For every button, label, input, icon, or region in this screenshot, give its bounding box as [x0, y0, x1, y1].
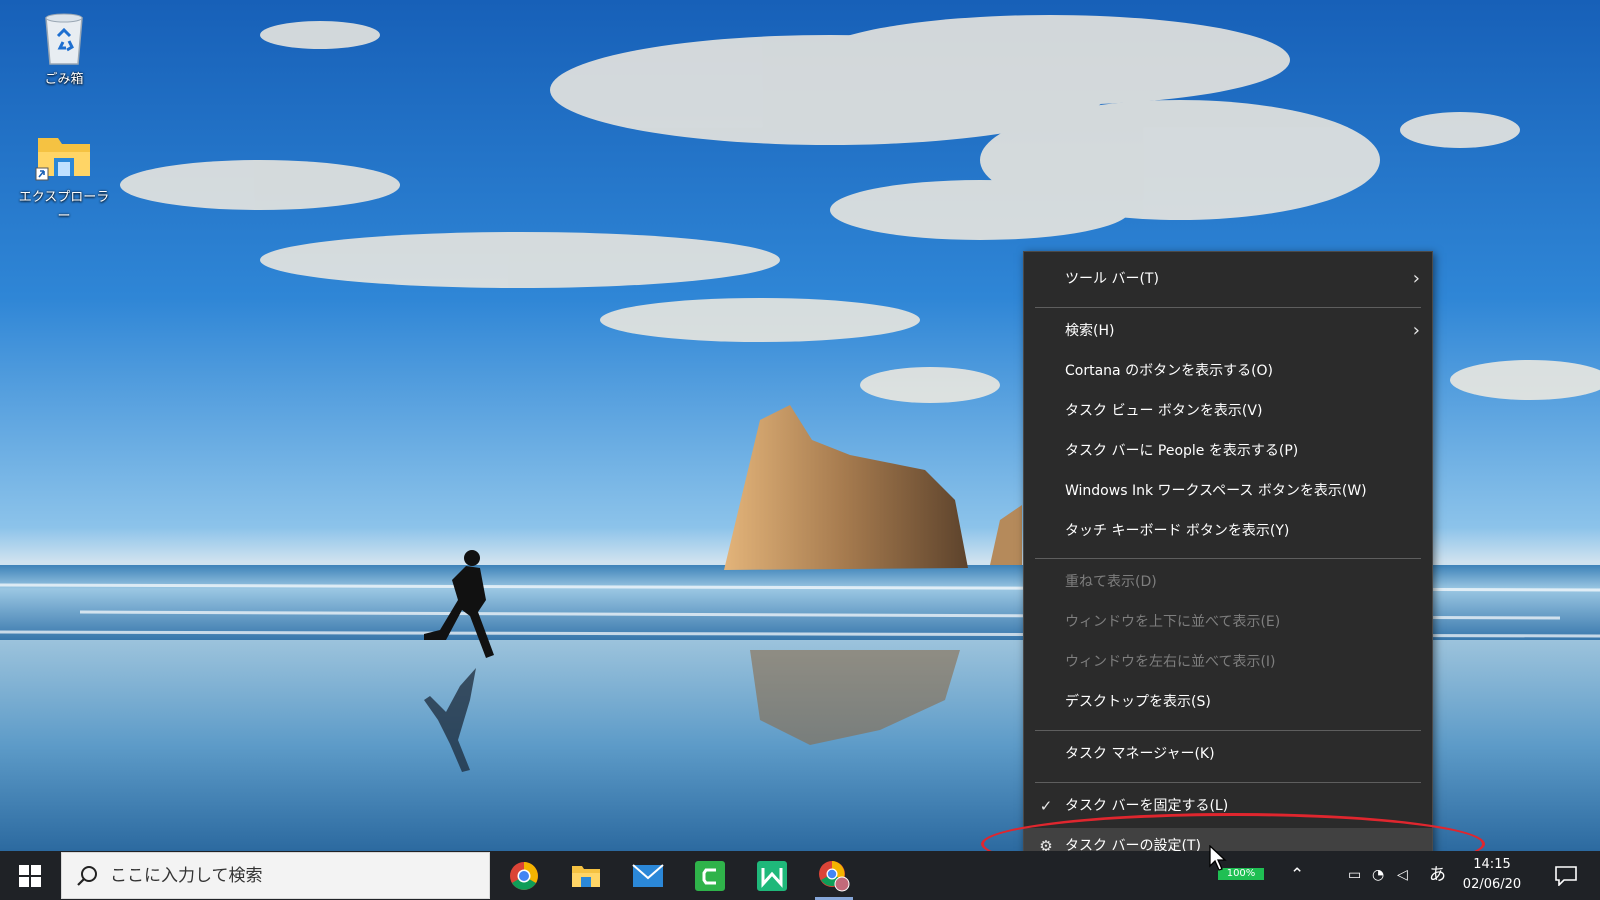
file-explorer-label: エクスプローラー: [18, 190, 110, 224]
menu-separator: [1035, 558, 1421, 559]
taskbar: ここに入力して検索 100% ⌃ ▭ ◔ ◁ あ 14:15 02/06/20: [0, 851, 1600, 900]
volume-icon[interactable]: ◁: [1397, 851, 1408, 900]
menu-item-label: タスク バーに People を表示する(P): [1065, 443, 1299, 459]
camtasia-icon: [695, 860, 725, 891]
file-explorer-desktop-icon[interactable]: エクスプローラー: [16, 130, 112, 224]
menu-item-show-touch-keyboard[interactable]: タッチ キーボード ボタンを表示(Y): [1024, 513, 1432, 549]
taskbar-app-xmind[interactable]: [745, 851, 799, 900]
taskbar-clock[interactable]: 14:15 02/06/20: [1455, 855, 1529, 895]
chevron-up-icon[interactable]: ⌃: [1290, 851, 1304, 900]
start-button[interactable]: [0, 851, 60, 900]
checkmark-icon: ✓: [1039, 797, 1053, 815]
file-explorer-shortcut-icon: [35, 138, 90, 181]
chrome-profile-icon: [819, 860, 850, 891]
search-icon: [77, 866, 97, 886]
menu-item-label: タッチ キーボード ボタンを表示(Y): [1065, 523, 1290, 539]
menu-item-label: タスク バーを固定する(L): [1065, 798, 1229, 814]
menu-item-label: 重ねて表示(D): [1065, 574, 1157, 590]
menu-item-side-by-side-windows: ウィンドウを左右に並べて表示(I): [1024, 644, 1432, 680]
menu-item-task-manager[interactable]: タスク マネージャー(K): [1024, 736, 1432, 772]
windows-logo-icon: [19, 864, 41, 887]
menu-item-show-people[interactable]: タスク バーに People を表示する(P): [1024, 433, 1432, 469]
menu-item-label: Windows Ink ワークスペース ボタンを表示(W): [1065, 483, 1367, 499]
menu-item-search[interactable]: 検索(H) ›: [1024, 313, 1432, 349]
ime-indicator[interactable]: あ: [1429, 851, 1446, 900]
recycle-bin-icon: [45, 13, 83, 65]
menu-item-label: タスク ビュー ボタンを表示(V): [1065, 403, 1263, 419]
wifi-icon[interactable]: ◔: [1372, 851, 1384, 900]
menu-item-label: ウィンドウを上下に並べて表示(E): [1065, 614, 1281, 630]
taskbar-context-menu: ツール バー(T) › 検索(H) › Cortana のボタンを表示する(O)…: [1023, 251, 1433, 877]
search-placeholder: ここに入力して検索: [110, 866, 263, 886]
menu-item-label: ウィンドウを左右に並べて表示(I): [1065, 654, 1276, 670]
taskbar-app-camtasia[interactable]: [683, 851, 737, 900]
menu-item-cascade-windows: 重ねて表示(D): [1024, 564, 1432, 600]
menu-item-label: デスクトップを表示(S): [1065, 694, 1211, 710]
menu-item-stack-windows: ウィンドウを上下に並べて表示(E): [1024, 604, 1432, 640]
menu-item-show-cortana[interactable]: Cortana のボタンを表示する(O): [1024, 353, 1432, 389]
menu-item-label: タスク マネージャー(K): [1065, 746, 1215, 762]
taskbar-app-chrome-profile[interactable]: [807, 851, 861, 900]
menu-item-label: 検索(H): [1065, 323, 1115, 339]
menu-separator: [1035, 782, 1421, 783]
network-icon[interactable]: ▭: [1348, 851, 1361, 900]
menu-item-show-windows-ink[interactable]: Windows Ink ワークスペース ボタンを表示(W): [1024, 473, 1432, 509]
chevron-right-icon: ›: [1412, 320, 1420, 341]
menu-item-show-task-view[interactable]: タスク ビュー ボタンを表示(V): [1024, 393, 1432, 429]
chevron-right-icon: ›: [1412, 268, 1420, 289]
mail-icon: [632, 863, 664, 887]
taskbar-app-file-explorer[interactable]: [559, 851, 613, 900]
xmind-icon: [757, 860, 787, 891]
menu-item-show-desktop[interactable]: デスクトップを表示(S): [1024, 684, 1432, 720]
taskbar-app-chrome[interactable]: [497, 851, 551, 900]
action-center-button[interactable]: [1543, 851, 1589, 900]
notification-icon: [1555, 865, 1577, 886]
menu-item-toolbars[interactable]: ツール バー(T) ›: [1024, 261, 1432, 297]
clock-date: 02/06/20: [1462, 877, 1522, 892]
recycle-bin-desktop-icon[interactable]: ごみ箱: [16, 8, 112, 87]
menu-item-label: ツール バー(T): [1065, 271, 1159, 287]
menu-separator: [1035, 730, 1421, 731]
taskbar-search-box[interactable]: ここに入力して検索: [61, 852, 490, 899]
recycle-bin-label: ごみ箱: [44, 72, 84, 87]
menu-item-label: Cortana のボタンを表示する(O): [1065, 363, 1274, 379]
mouse-cursor-icon: [1209, 845, 1227, 871]
menu-item-lock-taskbar[interactable]: ✓ タスク バーを固定する(L): [1024, 788, 1432, 824]
clock-time: 14:15: [1473, 857, 1511, 872]
menu-separator: [1035, 307, 1421, 308]
file-explorer-icon: [572, 865, 600, 887]
chrome-icon: [510, 861, 538, 890]
taskbar-app-mail[interactable]: [621, 851, 675, 900]
